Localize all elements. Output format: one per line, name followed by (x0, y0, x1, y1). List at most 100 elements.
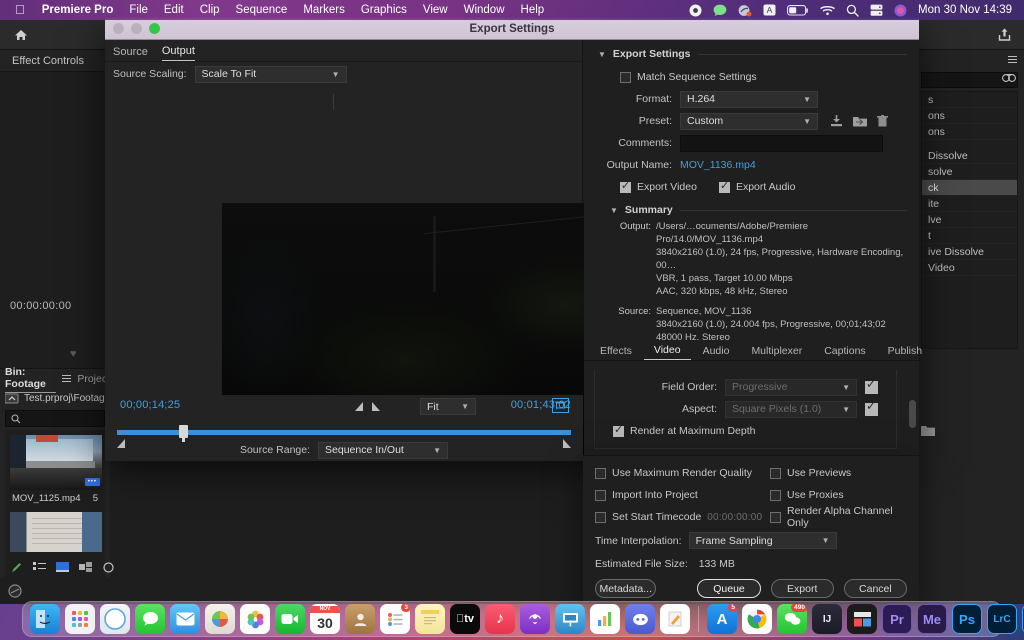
render-max-depth-row[interactable]: Render at Maximum Depth (595, 420, 896, 442)
metadata-button[interactable]: Metadata... (595, 579, 657, 598)
export-settings-section-header[interactable]: ▼ Export Settings (584, 40, 919, 62)
panel-menu-icon[interactable] (1008, 56, 1017, 64)
import-preset-icon[interactable] (853, 115, 867, 127)
dock-item-pages[interactable] (660, 604, 690, 634)
queue-button[interactable]: Queue (697, 579, 761, 598)
zoom-level-select[interactable]: Fit ▼ (420, 398, 476, 415)
display-icon[interactable] (870, 4, 883, 17)
folder-icon[interactable] (921, 425, 935, 436)
source-scaling-select[interactable]: Scale To Fit ▼ (194, 65, 347, 83)
dock-item-mail[interactable] (170, 604, 200, 634)
in-point-icon[interactable] (355, 402, 363, 411)
folder-up-icon[interactable] (5, 393, 19, 404)
macos-menu-bar[interactable]:  Premiere Pro File Edit Clip Sequence M… (0, 0, 1024, 20)
mask-icon[interactable] (8, 584, 22, 598)
list-item-selected[interactable]: ck (922, 180, 1017, 196)
dock-item-chrome[interactable] (742, 604, 772, 634)
match-sequence-checkbox[interactable] (620, 71, 631, 83)
source-range-select[interactable]: Sequence In/Out ▼ (318, 441, 449, 459)
time-interpolation-select[interactable]: Frame Sampling ▼ (688, 532, 837, 549)
record-icon[interactable] (689, 4, 702, 17)
set-start-timecode-checkbox[interactable] (595, 511, 606, 523)
list-item[interactable]: ive Dissolve (922, 244, 1017, 260)
dock-item-photos[interactable] (240, 604, 270, 634)
input-source-A-icon[interactable]: A (763, 4, 776, 16)
dock-item-final-cut[interactable] (847, 604, 877, 634)
dock-item-notes[interactable] (415, 604, 445, 634)
find-icon[interactable] (1002, 73, 1016, 82)
messages-icon[interactable] (713, 4, 727, 17)
project-search-input[interactable] (5, 410, 105, 427)
summary-section-header[interactable]: ▼ Summary (584, 198, 919, 218)
delete-preset-icon[interactable] (877, 115, 888, 127)
export-video-checkbox[interactable] (620, 179, 631, 193)
search-icon[interactable] (846, 4, 859, 17)
menu-file[interactable]: File (121, 4, 156, 16)
dock-item-facetime[interactable] (275, 604, 305, 634)
dock-item-calendar[interactable]: NOV 30 (310, 604, 340, 634)
list-item[interactable]: solve (922, 164, 1017, 180)
settings-scrollbar[interactable] (909, 400, 916, 428)
dock-item-premiere-pro[interactable]: Pr (882, 604, 912, 634)
siri-icon[interactable] (894, 4, 907, 17)
aspect-checkbox[interactable] (865, 399, 878, 416)
scrubber[interactable] (117, 425, 571, 442)
freeform-view-icon[interactable] (79, 562, 93, 572)
dock-item-lightroom-classic[interactable]: LrC (987, 604, 1017, 634)
playhead-handle[interactable] (179, 425, 188, 442)
use-max-render-quality-checkbox[interactable] (595, 467, 606, 479)
export-audio-checkbox[interactable] (718, 179, 730, 193)
format-select[interactable]: H.264 ▼ (680, 90, 818, 108)
out-point-icon[interactable] (372, 402, 380, 411)
export-share-icon[interactable] (997, 27, 1012, 42)
icon-view-icon[interactable] (56, 562, 69, 572)
list-item[interactable]: ••• MOV_1125.mp4 5 (5, 430, 105, 510)
menu-sequence[interactable]: Sequence (228, 4, 296, 16)
list-item[interactable]: ons (922, 108, 1017, 124)
pen-icon[interactable] (10, 561, 23, 574)
chevron-down-icon[interactable]: ▼ (598, 50, 606, 59)
tab-effect-controls[interactable]: Effect Controls (0, 55, 96, 67)
menu-premiere-pro[interactable]: Premiere Pro (34, 4, 122, 16)
match-sequence-settings-row[interactable]: Match Sequence Settings (602, 66, 909, 88)
home-icon[interactable] (14, 28, 28, 42)
dock-item-launchpad[interactable] (65, 604, 95, 634)
effects-list[interactable]: s ons ons Dissolve solve ck ite lve t iv… (921, 91, 1018, 349)
menubar-clock[interactable]: Mon 30 Nov 14:39 (918, 4, 1012, 16)
battery-icon[interactable] (787, 4, 809, 16)
dock-item-intellij-idea[interactable]: IJ (812, 604, 842, 634)
dock-item-podcasts[interactable] (520, 604, 550, 634)
render-alpha-only-row[interactable]: Render Alpha Channel Only (770, 505, 910, 529)
dock-item-reminders[interactable]: 3 (380, 604, 410, 634)
dock-item-messages[interactable] (135, 604, 165, 634)
dock-item-contacts[interactable] (345, 604, 375, 634)
export-button[interactable]: Export (770, 579, 834, 598)
menu-graphics[interactable]: Graphics (353, 4, 415, 16)
menu-markers[interactable]: Markers (295, 4, 353, 16)
tab-bin-footage[interactable]: Bin: Footage (5, 366, 57, 393)
dock-item-photoshop[interactable]: Ps (952, 604, 982, 634)
dock-item-safari[interactable] (100, 604, 130, 634)
settings-tabs[interactable]: Effects Video Audio Multiplexer Captions… (584, 340, 922, 361)
field-order-checkbox[interactable] (865, 377, 878, 394)
menu-edit[interactable]: Edit (156, 4, 192, 16)
shareit-icon[interactable] (738, 4, 752, 17)
render-max-depth-checkbox[interactable] (613, 423, 624, 437)
project-panel-tabs[interactable]: Bin: Footage Project (0, 366, 110, 393)
list-item[interactable] (10, 512, 102, 552)
dock-item-apple-tv[interactable]: tv (450, 604, 480, 634)
set-start-timecode-row[interactable]: Set Start Timecode 00:00:00:00 (595, 506, 770, 528)
preset-select[interactable]: Custom ▼ (680, 112, 818, 130)
tab-multiplexer[interactable]: Multiplexer (741, 345, 812, 360)
list-item[interactable]: t (922, 228, 1017, 244)
tab-video[interactable]: Video (643, 344, 691, 360)
list-item[interactable]: s (922, 92, 1017, 108)
project-panel-toolbar[interactable] (0, 556, 114, 578)
dialog-title-bar[interactable]: Export Settings (105, 18, 919, 40)
use-proxies-checkbox[interactable] (770, 489, 781, 501)
dock-item-numbers[interactable] (590, 604, 620, 634)
list-view-icon[interactable] (33, 562, 46, 572)
current-timecode[interactable]: 00;00;14;25 (120, 399, 180, 411)
dock-item-finder[interactable] (30, 604, 60, 634)
zoom-icon[interactable] (103, 561, 114, 573)
